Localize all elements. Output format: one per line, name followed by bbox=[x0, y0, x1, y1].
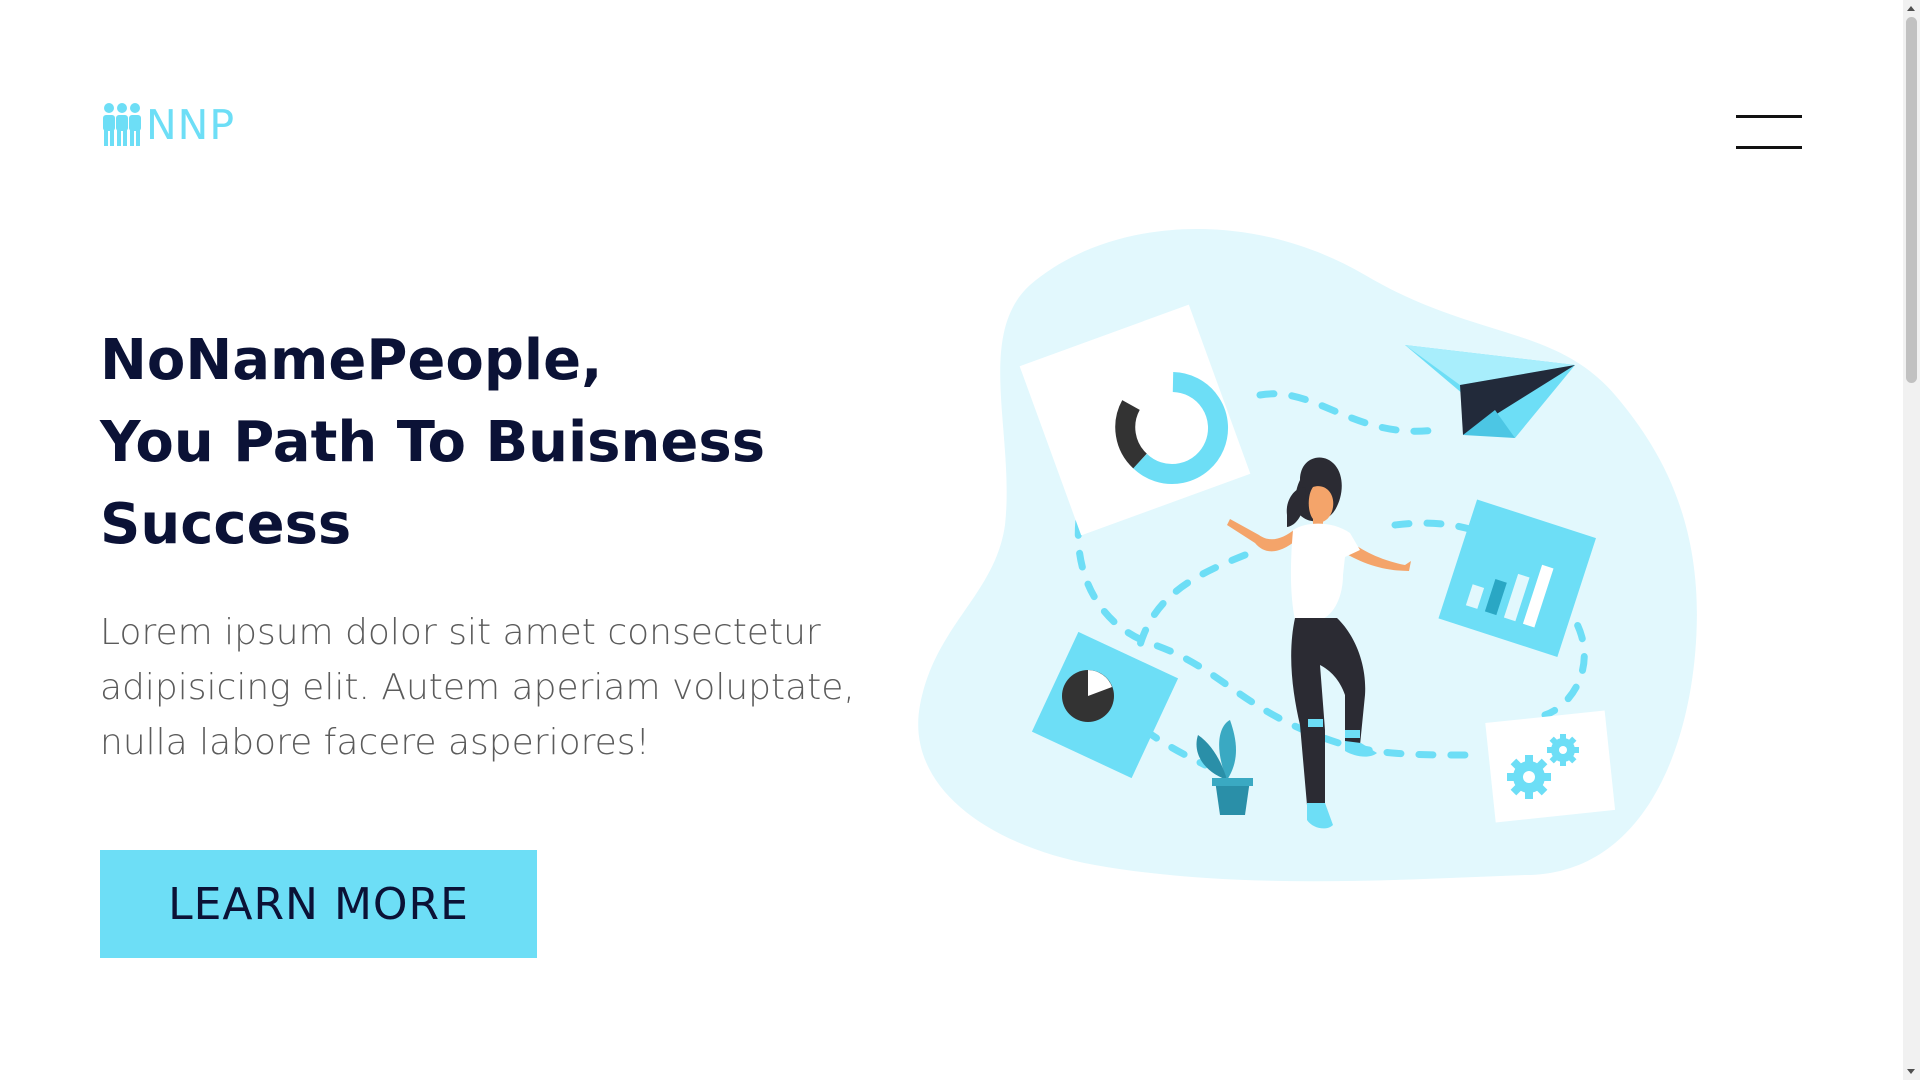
description-line: adipisicing elit. Autem aperiam voluptat… bbox=[100, 667, 855, 708]
headline-line: NoNamePeople, bbox=[100, 328, 603, 393]
description-line: Lorem ipsum dolor sit amet consectetur bbox=[100, 612, 821, 653]
hero-description: Lorem ipsum dolor sit amet consectetur a… bbox=[100, 605, 860, 770]
headline-line: You Path To Buisness bbox=[100, 410, 766, 475]
headline-line: Success bbox=[100, 492, 352, 557]
page-scrollbar[interactable] bbox=[1903, 0, 1920, 1080]
logo-text: NNP bbox=[146, 101, 236, 149]
hamburger-menu-icon bbox=[1736, 115, 1802, 118]
logo[interactable]: NNP bbox=[100, 96, 235, 148]
menu-button[interactable] bbox=[1736, 112, 1802, 154]
scrollbar-thumb[interactable] bbox=[1906, 17, 1917, 383]
scroll-down-icon[interactable] bbox=[1907, 1069, 1915, 1074]
description-line: nulla labore facere asperiores! bbox=[100, 722, 650, 763]
pie-chart-icon bbox=[1062, 670, 1114, 722]
hamburger-menu-icon-line bbox=[1736, 146, 1802, 149]
people-icon bbox=[103, 103, 141, 146]
scroll-up-icon[interactable] bbox=[1907, 6, 1915, 11]
hero-illustration bbox=[918, 228, 1697, 882]
hero-headline: NoNamePeople, You Path To Buisness Succe… bbox=[100, 320, 900, 566]
gears-card bbox=[1485, 710, 1616, 823]
learn-more-button[interactable]: LEARN MORE bbox=[100, 850, 537, 958]
